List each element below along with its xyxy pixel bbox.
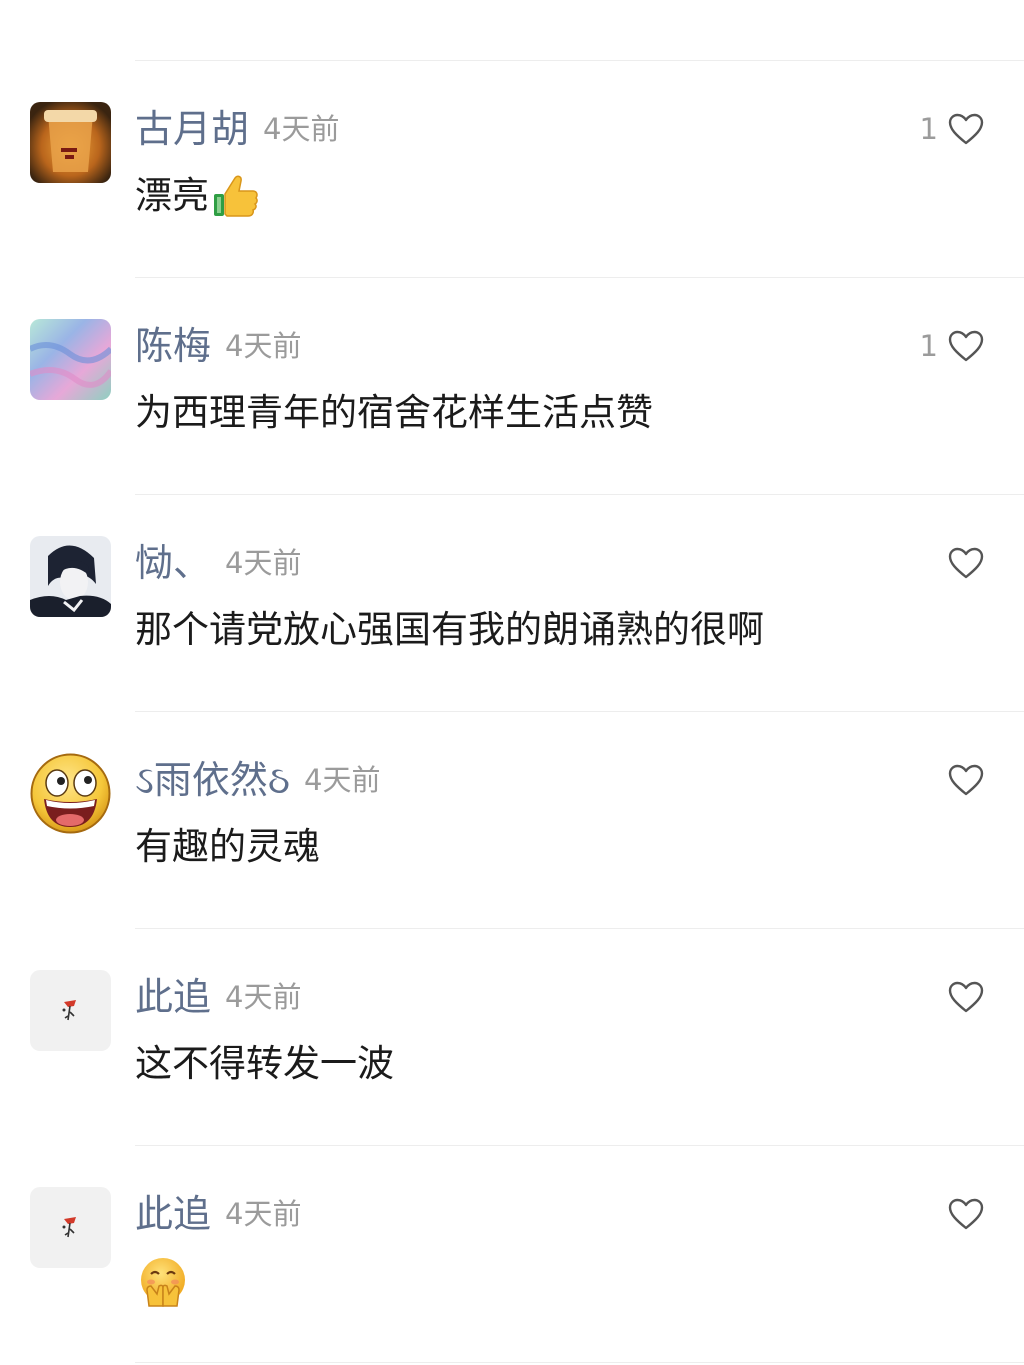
avatar[interactable]	[30, 319, 111, 400]
like-count: 1	[919, 112, 938, 146]
comment-item: 恸、 4天前 那个请党放心强国有我的朗诵熟的很啊	[30, 495, 1024, 712]
comment-item: ઽ雨依然ઠ 4天前 有趣的灵魂	[30, 712, 1024, 929]
heart-icon	[948, 764, 984, 796]
username[interactable]: ઽ雨依然ઠ	[135, 756, 290, 804]
username[interactable]: 古月胡	[135, 105, 249, 153]
like-button[interactable]: 1	[920, 109, 984, 149]
comment-text	[135, 1256, 189, 1308]
like-button[interactable]	[938, 760, 984, 800]
face-with-hand-over-mouth-icon	[137, 1256, 189, 1308]
comment-text: 为西理青年的宿舍花样生活点赞	[135, 391, 653, 434]
like-button[interactable]: 1	[920, 326, 984, 366]
timestamp: 4天前	[225, 546, 302, 580]
timestamp: 4天前	[263, 112, 340, 146]
timestamp: 4天前	[304, 763, 381, 797]
like-button[interactable]	[938, 1194, 984, 1234]
comment-item: 此追 4天前 这不得转发一波	[30, 929, 1024, 1146]
username[interactable]: 恸、	[135, 539, 211, 587]
like-button[interactable]	[938, 543, 984, 583]
avatar[interactable]	[30, 970, 111, 1051]
comment-text: 有趣的灵魂	[135, 825, 320, 868]
avatar[interactable]	[30, 1187, 111, 1268]
avatar[interactable]	[30, 753, 111, 834]
avatar[interactable]	[30, 102, 111, 183]
username[interactable]: 陈梅	[135, 322, 211, 370]
comment-list: 古月胡 4天前 漂亮 1 陈梅 4天前 为西理青年的宿舍花样生活点赞 1 恸、 …	[0, 61, 1024, 1363]
comment-text: 漂亮	[135, 171, 259, 221]
comment-text: 那个请党放心强国有我的朗诵熟的很啊	[135, 608, 764, 651]
avatar[interactable]	[30, 536, 111, 617]
comment-text: 这不得转发一波	[135, 1042, 394, 1085]
like-count: 1	[919, 329, 938, 363]
comment-item: 陈梅 4天前 为西理青年的宿舍花样生活点赞 1	[30, 278, 1024, 495]
heart-icon	[948, 113, 984, 145]
heart-icon	[948, 330, 984, 362]
username[interactable]: 此追	[135, 1190, 211, 1238]
like-button[interactable]	[938, 977, 984, 1017]
comment-item: 古月胡 4天前 漂亮 1	[30, 61, 1024, 278]
timestamp: 4天前	[225, 1197, 302, 1231]
heart-icon	[948, 1198, 984, 1230]
comment-item: 此追 4天前	[30, 1146, 1024, 1363]
heart-icon	[948, 547, 984, 579]
timestamp: 4天前	[225, 329, 302, 363]
comment-text-value: 漂亮	[135, 174, 209, 217]
heart-icon	[948, 981, 984, 1013]
timestamp: 4天前	[225, 980, 302, 1014]
username[interactable]: 此追	[135, 973, 211, 1021]
thumbs-up-icon	[211, 172, 259, 220]
